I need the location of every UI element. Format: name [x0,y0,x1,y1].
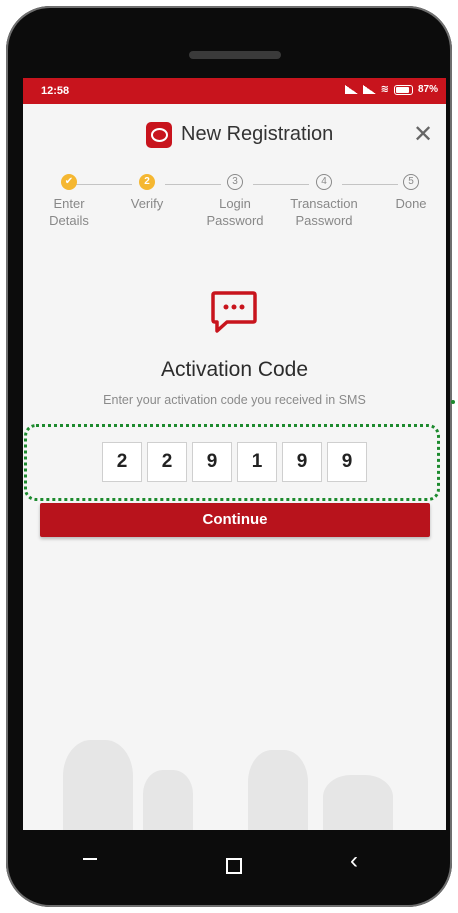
sms-icon [211,291,257,333]
menu-dash-icon[interactable] [83,858,97,860]
step-label: Transaction Password [290,196,358,228]
step-number: 5 [403,174,419,190]
continue-button[interactable]: Continue [40,503,430,537]
step-check-icon: ✔ [61,174,77,190]
step-label: Done [395,196,427,211]
bank-logo-icon [146,122,172,148]
background-figure [248,750,308,830]
code-highlight-annotation [24,424,440,501]
battery-level: 87% [417,84,438,95]
step-login-password: 3 Login Password [190,174,280,229]
activation-code-heading: Activation Code [160,358,309,381]
step-number: 3 [227,174,243,190]
status-time: 12:58 [41,85,70,97]
signal-icon [362,85,376,94]
background-figure [63,740,133,830]
step-transaction-password: 4 Transaction Password [279,174,369,229]
signal-icon [344,85,358,94]
background-figure [143,770,193,830]
status-icons: ≋ 87% [344,84,438,95]
step-label: Enter Details [49,196,89,228]
android-nav-bar: ‹ [23,831,446,903]
header: New Registration ✕ [23,106,446,162]
page-title: New Registration [181,123,334,145]
back-chevron-icon[interactable]: ‹ [350,849,358,873]
home-square-icon[interactable] [226,858,242,874]
wifi-icon: ≋ [380,84,389,95]
step-label: Login Password [206,196,264,228]
step-number: 2 [139,174,155,190]
status-bar: 12:58 ≋ 87% [23,78,446,104]
step-number: 4 [316,174,332,190]
activation-code-instructions: Enter your activation code you received … [103,393,366,407]
step-verify: 2 Verify [102,174,192,212]
step-enter-details: ✔ Enter Details [24,174,114,229]
step-label: Verify [130,196,164,211]
battery-icon [393,84,413,95]
step-done: 5 Done [366,174,446,212]
close-icon[interactable]: ✕ [413,120,433,149]
background-figure [323,775,393,830]
speaker-grille [189,51,281,59]
annotation-dot [451,400,455,404]
